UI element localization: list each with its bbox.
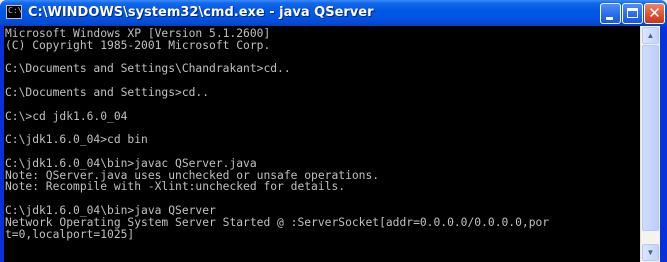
maximize-button[interactable] xyxy=(622,3,643,24)
window-title: C:\WINDOWS\system32\cmd.exe - java QServ… xyxy=(28,5,374,20)
scroll-up-button[interactable]: ▲ xyxy=(642,27,659,44)
console-text: Microsoft Windows XP [Version 5.1.2600] … xyxy=(5,27,550,241)
close-icon: ✕ xyxy=(648,4,661,22)
title-bar[interactable]: C:\ C:\WINDOWS\system32\cmd.exe - java Q… xyxy=(0,0,667,26)
chevron-down-icon: ▼ xyxy=(646,248,655,257)
cmd-window: C:\ C:\WINDOWS\system32\cmd.exe - java Q… xyxy=(0,0,667,262)
close-button[interactable]: ✕ xyxy=(644,3,665,24)
maximize-icon xyxy=(627,8,638,18)
minimize-icon xyxy=(606,17,613,20)
console-output-area[interactable]: Microsoft Windows XP [Version 5.1.2600] … xyxy=(4,26,640,262)
chevron-up-icon: ▲ xyxy=(646,31,655,40)
scroll-down-button[interactable]: ▼ xyxy=(642,244,659,261)
window-frame-right xyxy=(660,26,667,262)
scroll-thumb[interactable] xyxy=(642,45,659,231)
vertical-scrollbar[interactable]: ▲ ▼ xyxy=(640,26,660,262)
minimize-button[interactable] xyxy=(600,3,621,24)
cmd-icon-label: C:\ xyxy=(8,6,23,15)
cmd-icon[interactable]: C:\ xyxy=(6,5,22,19)
